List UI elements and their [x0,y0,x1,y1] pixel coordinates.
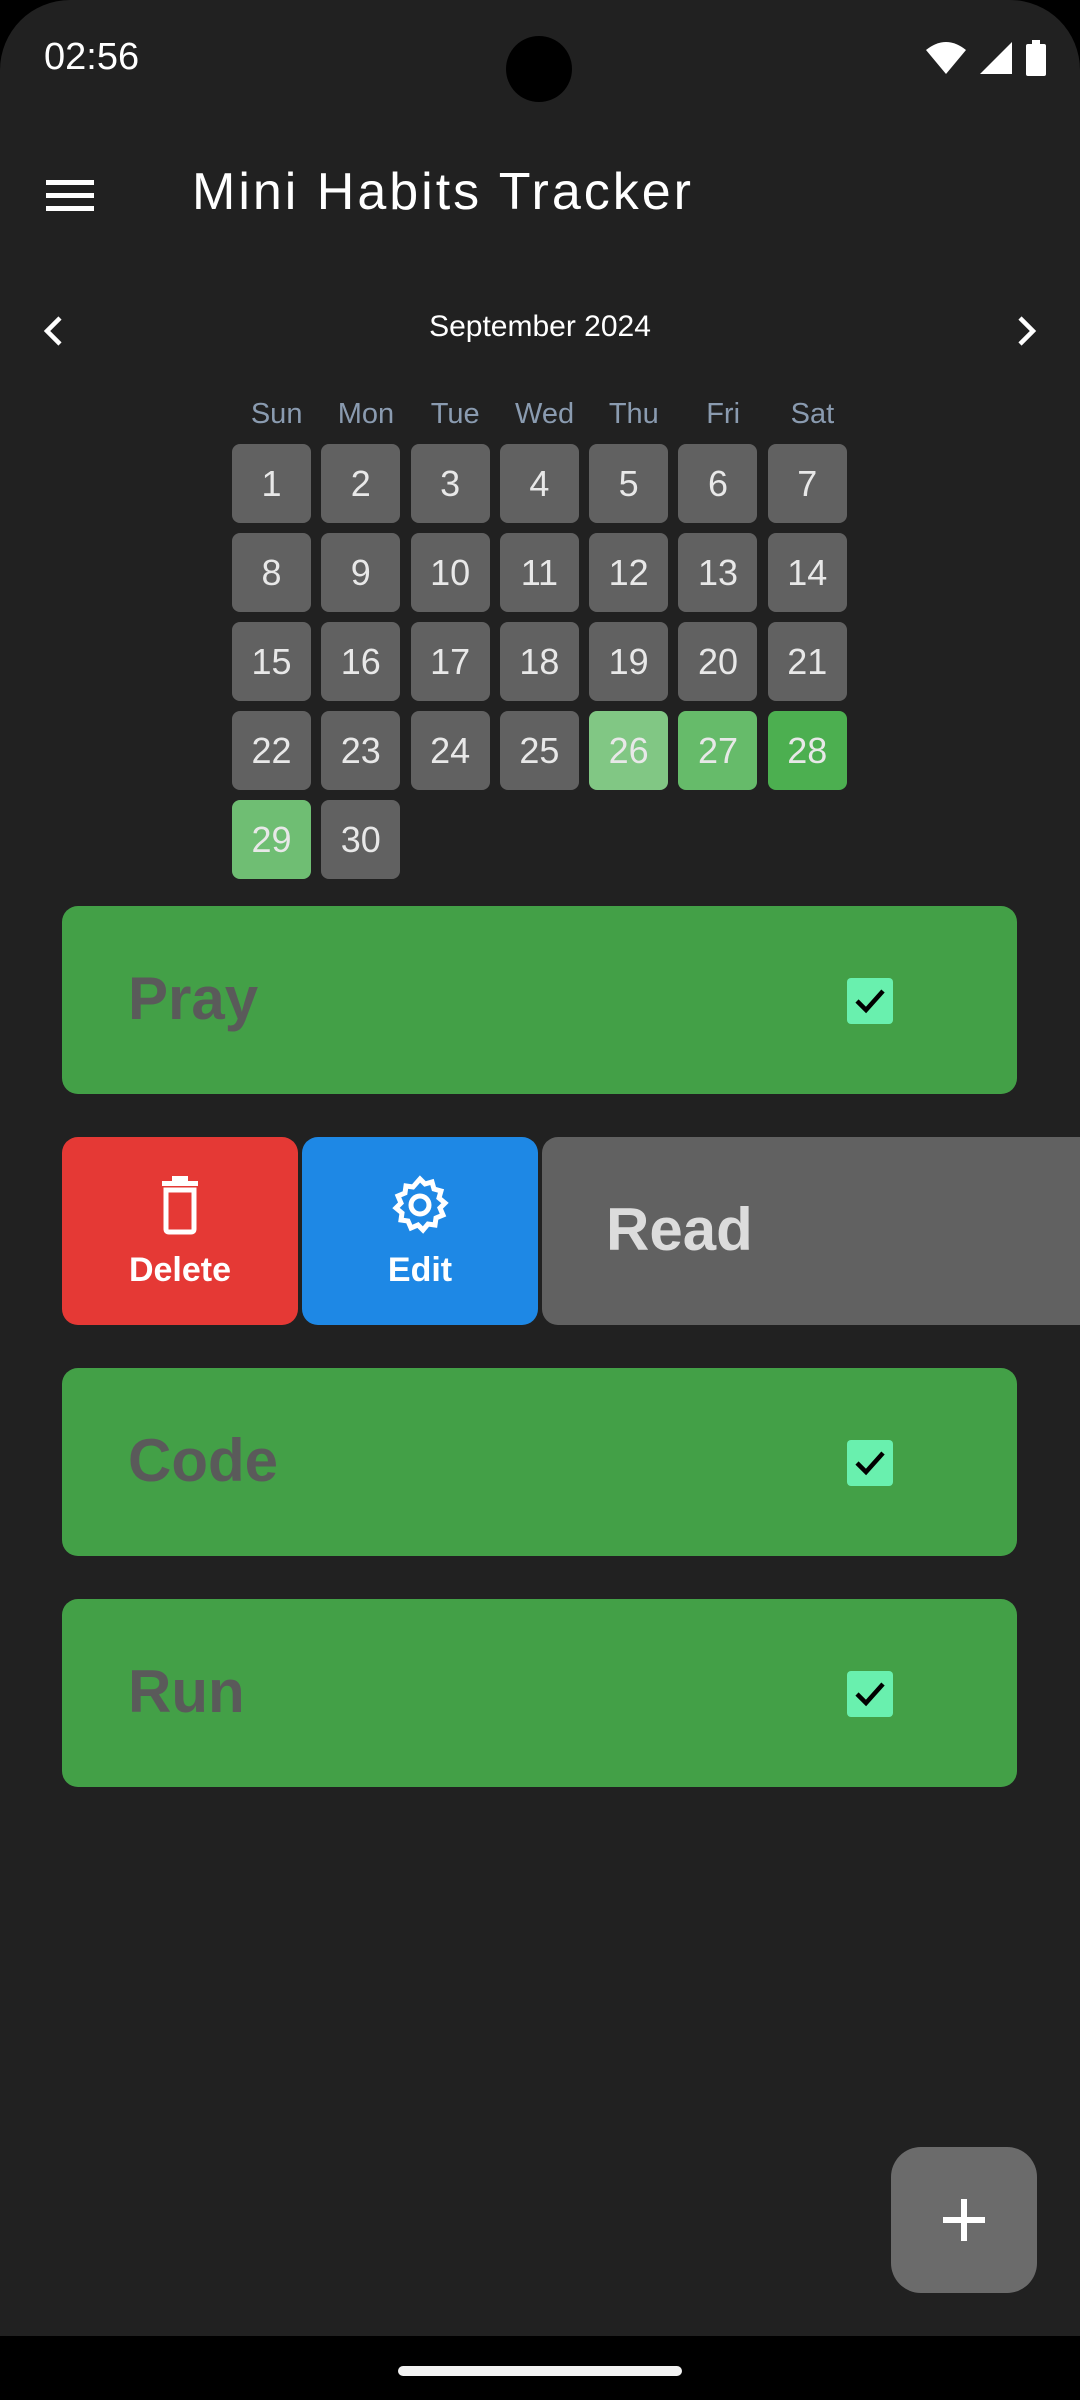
habit-card-pray[interactable]: Pray [62,906,1017,1094]
edit-label: Edit [387,1251,453,1289]
plus-icon [943,2199,985,2241]
habit-checkbox[interactable] [847,1671,893,1717]
status-icons [926,40,1046,76]
trash-icon [148,1173,212,1237]
habit-name: Pray [128,965,259,1032]
calendar-day[interactable]: 1 [232,444,311,523]
habit-card-read[interactable]: Read [542,1137,1080,1325]
calendar-day[interactable]: 8 [232,533,311,612]
add-habit-button[interactable] [891,2147,1037,2293]
camera-cutout [506,36,572,102]
menu-icon[interactable] [44,170,96,222]
calendar-day[interactable]: 30 [321,800,401,879]
weekday-label: Tue [430,398,480,430]
calendar-day[interactable]: 24 [410,711,490,790]
delete-button[interactable]: Delete [62,1137,298,1325]
calendar-day[interactable]: 23 [321,711,401,790]
calendar-day[interactable]: 16 [321,622,401,701]
habit-swipe-row-read: Delete Edit Read [62,1137,1080,1325]
delete-label: Delete [128,1251,232,1289]
calendar-day[interactable]: 9 [321,533,401,612]
calendar-day[interactable]: 11 [499,533,579,612]
calendar-day[interactable]: 14 [767,533,847,612]
calendar-grid: 1 2 3 4 5 6 7 8 9 10 11 12 13 14 15 16 1… [232,444,852,879]
calendar-day[interactable]: 10 [410,533,490,612]
calendar-day[interactable]: 4 [499,444,579,523]
calendar-day[interactable]: 21 [767,622,847,701]
calendar-day[interactable]: 22 [232,711,311,790]
calendar-day[interactable]: 20 [678,622,758,701]
calendar-day-completed[interactable]: 27 [678,711,758,790]
weekday-label: Sat [790,398,835,430]
habit-card-code[interactable]: Code [62,1368,1017,1556]
calendar-day[interactable]: 6 [678,444,758,523]
calendar-day-completed[interactable]: 28 [767,711,847,790]
calendar-header: September 2024 [0,296,1080,366]
weekday-label: Sun [250,398,303,430]
month-label: September 2024 [429,310,651,343]
calendar-day-completed[interactable]: 26 [589,711,669,790]
calendar-day[interactable]: 13 [678,533,758,612]
weekday-label: Wed [514,398,575,430]
app-bar: Mini Habits Tracker [0,140,1080,250]
signal-icon [980,42,1012,74]
app-title: Mini Habits Tracker [192,163,694,221]
status-bar: 02:56 [0,0,1080,120]
home-indicator[interactable] [398,2366,682,2376]
habit-checkbox[interactable] [847,1440,893,1486]
weekday-label: Mon [337,398,395,430]
app-screen: 02:56 Mini Habits Tracker September 2024… [0,0,1080,2336]
calendar-day[interactable]: 17 [410,622,490,701]
edit-button[interactable]: Edit [302,1137,538,1325]
weekday-label: Thu [608,398,659,430]
calendar-day[interactable]: 5 [589,444,669,523]
habit-name: Code [128,1427,278,1494]
calendar-day[interactable]: 15 [232,622,311,701]
battery-icon [1026,40,1046,76]
calendar-day-completed[interactable]: 29 [232,800,311,879]
calendar-day[interactable]: 3 [410,444,490,523]
calendar-day[interactable]: 2 [321,444,401,523]
calendar-day[interactable]: 12 [589,533,669,612]
habit-checkbox[interactable] [847,978,893,1024]
calendar-day[interactable]: 18 [499,622,579,701]
habit-name: Read [606,1196,753,1263]
habit-name: Run [128,1658,245,1725]
calendar-day[interactable]: 7 [767,444,847,523]
chevron-right-icon[interactable] [1000,306,1050,356]
calendar-day[interactable]: 19 [589,622,669,701]
weekday-label: Fri [706,398,741,430]
gear-icon [388,1173,452,1237]
calendar-day[interactable]: 25 [499,711,579,790]
habit-card-run[interactable]: Run [62,1599,1017,1787]
wifi-icon [926,42,966,74]
status-time: 02:56 [44,36,140,78]
weekday-row: Sun Mon Tue Wed Thu Fri Sat [232,398,848,438]
